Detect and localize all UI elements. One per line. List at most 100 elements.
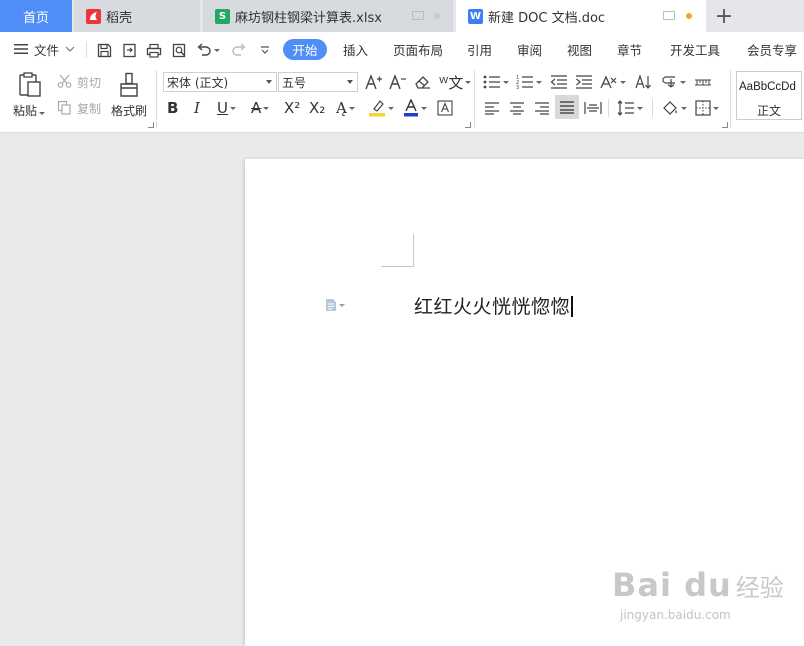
cut-icon (56, 73, 72, 89)
file-menu[interactable]: 文件 (14, 32, 75, 66)
caret-down-icon (229, 106, 236, 110)
caret-down-icon (637, 106, 643, 110)
bold-button[interactable]: B (167, 97, 178, 119)
phonetic-guide-button[interactable]: ᵂ文 (439, 71, 472, 93)
menu-review[interactable]: 审阅 (517, 32, 542, 66)
redo-button[interactable] (230, 41, 248, 59)
save-button[interactable] (95, 41, 113, 59)
menu-start[interactable]: 开始 (283, 39, 327, 60)
tab-doc[interactable]: W 新建 DOC 文档.doc (456, 0, 706, 32)
tab-home[interactable]: 首页 (0, 0, 72, 32)
eraser-icon (415, 76, 430, 89)
paint-bucket-icon (663, 101, 677, 115)
distribute-button[interactable] (584, 97, 602, 119)
svg-text:3: 3 (516, 85, 519, 90)
menu-insert[interactable]: 插入 (343, 32, 368, 66)
subscript-button[interactable]: X₂ (309, 97, 325, 119)
tab-xlsx[interactable]: S 麻坊钢柱钢梁计算表.xlsx (203, 0, 453, 32)
paragraph-mark-icon (662, 76, 675, 88)
print-preview-button[interactable] (170, 41, 188, 59)
save-icon (97, 43, 111, 57)
group-launcher-icon[interactable] (148, 122, 154, 128)
paste-button[interactable] (16, 71, 44, 99)
paste-icon (19, 72, 41, 97)
menu-developer[interactable]: 开发工具 (670, 32, 720, 66)
print-button[interactable] (145, 41, 163, 59)
paragraph-menu[interactable] (325, 298, 345, 312)
menu-page-layout[interactable]: 页面布局 (393, 32, 443, 66)
ribbon: 粘贴 剪切 复制 格式刷 宋体 (正文) 五号 ᵂ文 B I U A X² X₂… (0, 66, 804, 133)
numbered-list-button[interactable]: 123 (516, 71, 542, 93)
bullet-list-button[interactable] (483, 71, 509, 93)
hamburger-icon (14, 44, 28, 54)
new-tab-button[interactable]: + (712, 4, 736, 29)
line-spacing-icon (617, 100, 634, 116)
strikethrough-button[interactable]: A (251, 97, 270, 119)
tab-daoke-label: 稻壳 (106, 10, 133, 26)
menu-view[interactable]: 视图 (567, 32, 592, 66)
outdent-icon (550, 75, 567, 89)
align-left-button[interactable] (484, 97, 500, 119)
increase-indent-button[interactable] (575, 71, 593, 93)
caret-down-icon (465, 80, 472, 84)
borders-button[interactable] (695, 97, 719, 119)
undo-icon (197, 43, 211, 56)
superscript-button[interactable]: X² (284, 97, 300, 119)
quick-access-more-button[interactable] (256, 41, 274, 59)
decrease-indent-button[interactable] (550, 71, 568, 93)
tab-daoke[interactable]: 稻壳 (74, 0, 200, 32)
align-center-button[interactable] (509, 97, 525, 119)
tab-doc-label: 新建 DOC 文档.doc (488, 10, 606, 26)
window-icon[interactable] (663, 11, 675, 20)
underline-button[interactable]: U (217, 97, 236, 119)
menu-member[interactable]: 会员专享 (747, 32, 797, 66)
text-cursor (571, 296, 574, 317)
group-launcher-icon[interactable] (465, 122, 471, 128)
char-border-icon (437, 100, 453, 116)
ruler-button[interactable] (694, 71, 712, 93)
tab-home-label: 首页 (22, 10, 49, 26)
style-normal[interactable]: AaBbCcDd 正文 (736, 71, 802, 120)
shrink-font-button[interactable] (389, 71, 407, 93)
show-marks-button[interactable] (661, 71, 686, 93)
writer-icon: W (468, 8, 483, 24)
shading-button[interactable] (661, 97, 687, 119)
caret-down-icon (681, 106, 687, 110)
font-family-select[interactable]: 宋体 (正文) (163, 72, 277, 92)
text-direction-button[interactable] (600, 71, 626, 93)
caret-down-icon (680, 80, 686, 84)
char-border-button[interactable] (437, 97, 453, 119)
undo-button[interactable] (195, 41, 221, 59)
caret-down-icon (421, 106, 427, 110)
divider (608, 99, 609, 117)
italic-button[interactable]: I (194, 97, 200, 119)
copy-icon (56, 99, 72, 115)
copy-button[interactable]: 复制 (77, 100, 101, 117)
text-effect-button[interactable]: Ą (336, 97, 355, 119)
menu-references[interactable]: 引用 (467, 32, 492, 66)
caret-down-icon (339, 303, 345, 307)
caret-down-icon (620, 80, 626, 84)
export-pdf-button[interactable] (120, 41, 138, 59)
document-body[interactable]: 红红火火恍恍惚惚 (414, 296, 574, 318)
line-spacing-button[interactable] (617, 97, 643, 119)
sort-button[interactable] (634, 71, 652, 93)
format-painter-button[interactable]: 格式刷 (111, 102, 147, 119)
cut-button[interactable]: 剪切 (77, 74, 101, 91)
clear-format-button[interactable] (414, 71, 431, 93)
align-justify-button[interactable] (555, 95, 579, 119)
highlight-button[interactable] (368, 97, 394, 119)
grow-font-button[interactable] (365, 71, 383, 93)
window-icon[interactable] (412, 11, 424, 20)
font-color-button[interactable] (403, 97, 427, 119)
menu-sections[interactable]: 章节 (617, 32, 642, 66)
paste-label[interactable]: 粘贴 (13, 102, 46, 119)
divider (86, 41, 87, 58)
align-right-button[interactable] (534, 97, 550, 119)
font-size-value: 五号 (282, 75, 307, 90)
watermark-jingyan: 经验 (735, 574, 784, 602)
margin-mark (381, 266, 414, 267)
document-text: 红红火火恍恍惚惚 (414, 296, 571, 318)
font-size-select[interactable]: 五号 (278, 72, 358, 92)
group-launcher-icon[interactable] (722, 122, 728, 128)
